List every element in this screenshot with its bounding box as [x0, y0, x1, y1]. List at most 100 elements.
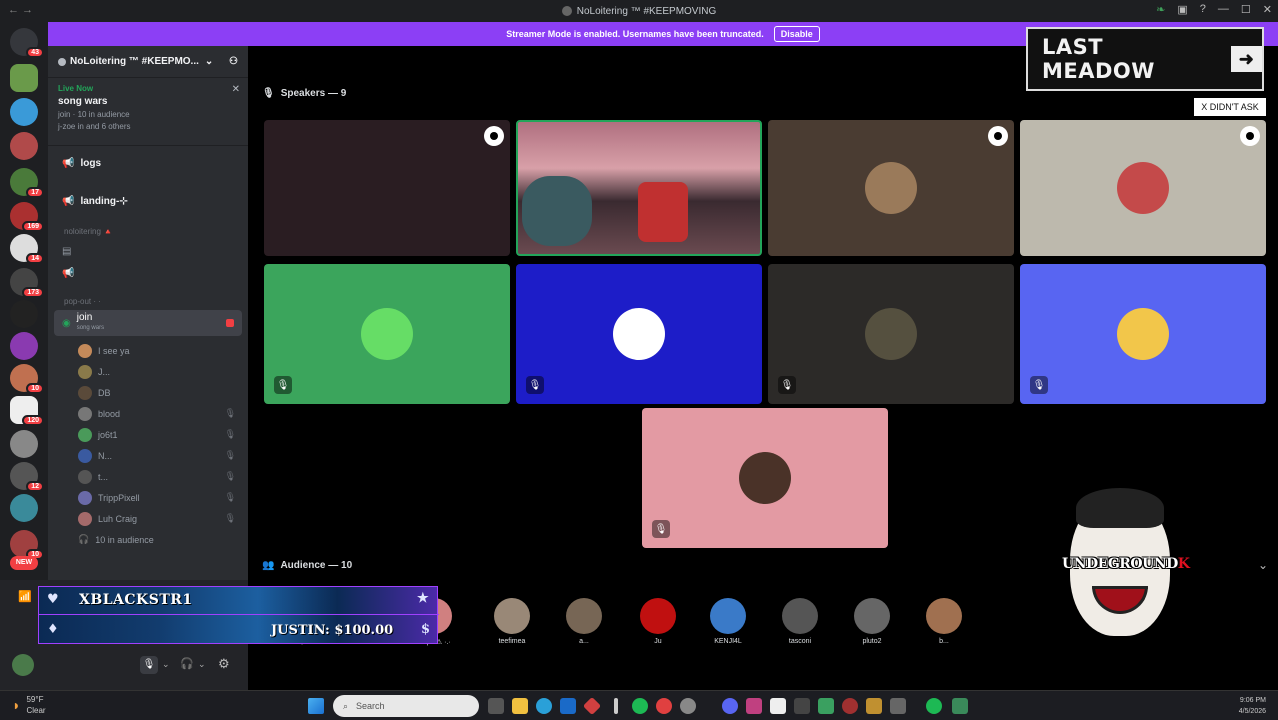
outlook-icon[interactable]	[560, 698, 576, 714]
server-icon[interactable]	[10, 430, 38, 458]
speaker-tile[interactable]	[768, 120, 1014, 256]
add-member-icon[interactable]: ⚇	[229, 56, 238, 67]
edge-icon[interactable]	[536, 698, 552, 714]
help-icon[interactable]: ?	[1200, 3, 1206, 16]
app-icon[interactable]	[770, 698, 786, 714]
stage-member[interactable]: DB	[48, 382, 248, 403]
category-pop-out[interactable]: pop-out · ·	[48, 292, 248, 310]
discord-icon[interactable]	[722, 698, 738, 714]
server-icon[interactable]	[10, 300, 38, 328]
mic-icon[interactable]: 🎙	[140, 656, 158, 674]
taskbar-search[interactable]: ⌕ Search	[333, 695, 479, 717]
audience-member[interactable]: KENJI4L	[706, 598, 750, 645]
close-icon[interactable]: ✕	[232, 84, 240, 95]
mic-muted-icon: 🎙	[224, 513, 236, 523]
gear-icon[interactable]: ⚙	[218, 656, 230, 672]
explorer-icon[interactable]	[512, 698, 528, 714]
server-icon[interactable]: 17	[10, 168, 44, 198]
stage-member[interactable]: t... 🎙	[48, 466, 248, 487]
speaker-tile[interactable]: 🎙	[264, 264, 510, 404]
server-icon[interactable]: 10	[10, 364, 44, 394]
chevron-down-icon[interactable]: ⌄	[162, 659, 170, 670]
stage-member[interactable]: J...	[48, 361, 248, 382]
speaker-tile[interactable]: 🎙	[1020, 264, 1266, 404]
minimize-icon[interactable]: —	[1218, 3, 1229, 16]
app-icon[interactable]	[842, 698, 858, 714]
audience-member[interactable]: b...	[922, 598, 966, 645]
chevron-down-icon[interactable]: ⌄	[1258, 558, 1268, 572]
audience-member[interactable]: pluto2	[850, 598, 894, 645]
stage-channel-join[interactable]: ◉ join song wars	[54, 310, 242, 336]
headphones-icon[interactable]: 🎧	[180, 657, 194, 670]
maximize-icon[interactable]: ☐	[1241, 3, 1251, 16]
user-avatar[interactable]	[12, 654, 34, 676]
category-noloitering[interactable]: noloitering 🔺	[48, 222, 248, 240]
new-server-badge[interactable]: NEW	[10, 556, 38, 570]
spotify-icon[interactable]	[926, 698, 942, 714]
stage-member[interactable]: Luh Craig 🎙	[48, 508, 248, 529]
chevron-down-icon[interactable]: ⌄	[198, 659, 206, 670]
underground-label: UNDEGROUNDK	[1062, 556, 1190, 572]
channel-landing[interactable]: 📢 landing-⊹	[48, 190, 248, 212]
server-icon[interactable]: 10	[10, 530, 44, 560]
speaker-tile[interactable]: 🎙	[642, 408, 888, 548]
server-icon[interactable]: 12	[10, 462, 44, 492]
speaker-tile[interactable]	[1020, 120, 1266, 256]
app-icon[interactable]	[656, 698, 672, 714]
stage-member[interactable]: blood 🎙	[48, 403, 248, 424]
speaker-tile[interactable]	[516, 120, 762, 256]
speaker-tile[interactable]	[264, 120, 510, 256]
server-icon[interactable]	[10, 494, 38, 522]
leaf-icon[interactable]: ❧	[1156, 3, 1165, 16]
app-icon[interactable]	[818, 698, 834, 714]
windows-start-icon[interactable]	[308, 698, 324, 714]
server-icon[interactable]: 169	[10, 202, 44, 232]
spotify-icon[interactable]	[632, 698, 648, 714]
stage-member[interactable]: jo6t1 🎙	[48, 424, 248, 445]
taskview-icon[interactable]	[488, 698, 504, 714]
audience-member[interactable]: teefimea	[490, 598, 534, 645]
taskbar-clock[interactable]: 9:06 PM 4/5/2026	[1239, 695, 1266, 717]
audience-count-row[interactable]: 🎧 10 in audience	[48, 529, 248, 550]
server-header[interactable]: NoLoitering ™ #KEEPMO... ⌄ ⚇	[48, 46, 248, 78]
back-arrow-icon[interactable]: ← →	[8, 4, 33, 16]
mic-icon: 🎙	[262, 88, 275, 99]
speaker-tile[interactable]: 🎙	[516, 264, 762, 404]
speaker-tile[interactable]: 🎙	[768, 264, 1014, 404]
channel-unnamed[interactable]: ▤	[48, 240, 248, 262]
app-icon[interactable]	[794, 698, 810, 714]
eye-icon[interactable]	[1240, 126, 1260, 146]
stage-member[interactable]: I see ya	[48, 340, 248, 361]
eye-icon[interactable]	[988, 126, 1008, 146]
server-icon[interactable]: 14	[10, 234, 44, 264]
server-icon[interactable]	[10, 64, 38, 92]
server-icon[interactable]	[10, 332, 38, 360]
disable-button[interactable]: Disable	[773, 26, 820, 42]
eye-icon[interactable]	[484, 126, 504, 146]
app-icon[interactable]	[614, 698, 618, 714]
channel-unnamed[interactable]: 📢	[48, 262, 248, 284]
home-button[interactable]: 43	[10, 28, 44, 58]
channel-logs[interactable]: 📢 logs	[48, 152, 248, 174]
close-icon[interactable]: ✕	[1263, 3, 1272, 16]
audience-member[interactable]: tasconi	[778, 598, 822, 645]
app-icon[interactable]	[952, 698, 968, 714]
app-icon[interactable]	[680, 698, 696, 714]
audience-member[interactable]: Ju	[636, 598, 680, 645]
server-icon[interactable]	[10, 132, 38, 160]
audience-member[interactable]: a...	[562, 598, 606, 645]
app-icon[interactable]	[746, 698, 762, 714]
server-icon[interactable]	[10, 98, 38, 126]
live-stage-card[interactable]: Live Now song wars join · 10 in audience…	[48, 78, 248, 146]
server-icon[interactable]: 120	[10, 396, 44, 426]
signal-icon[interactable]: 📶	[18, 590, 32, 603]
inbox-icon[interactable]: ▣	[1177, 3, 1187, 16]
avatar	[78, 343, 92, 358]
server-icon[interactable]: 173	[10, 268, 44, 298]
app-icon[interactable]	[866, 698, 882, 714]
stage-member[interactable]: TrippPixell 🎙	[48, 487, 248, 508]
app-icon[interactable]	[582, 696, 602, 716]
app-icon[interactable]	[890, 698, 906, 714]
weather-widget[interactable]: ◗ 59°F Clear	[12, 694, 46, 716]
stage-member[interactable]: N... 🎙	[48, 445, 248, 466]
